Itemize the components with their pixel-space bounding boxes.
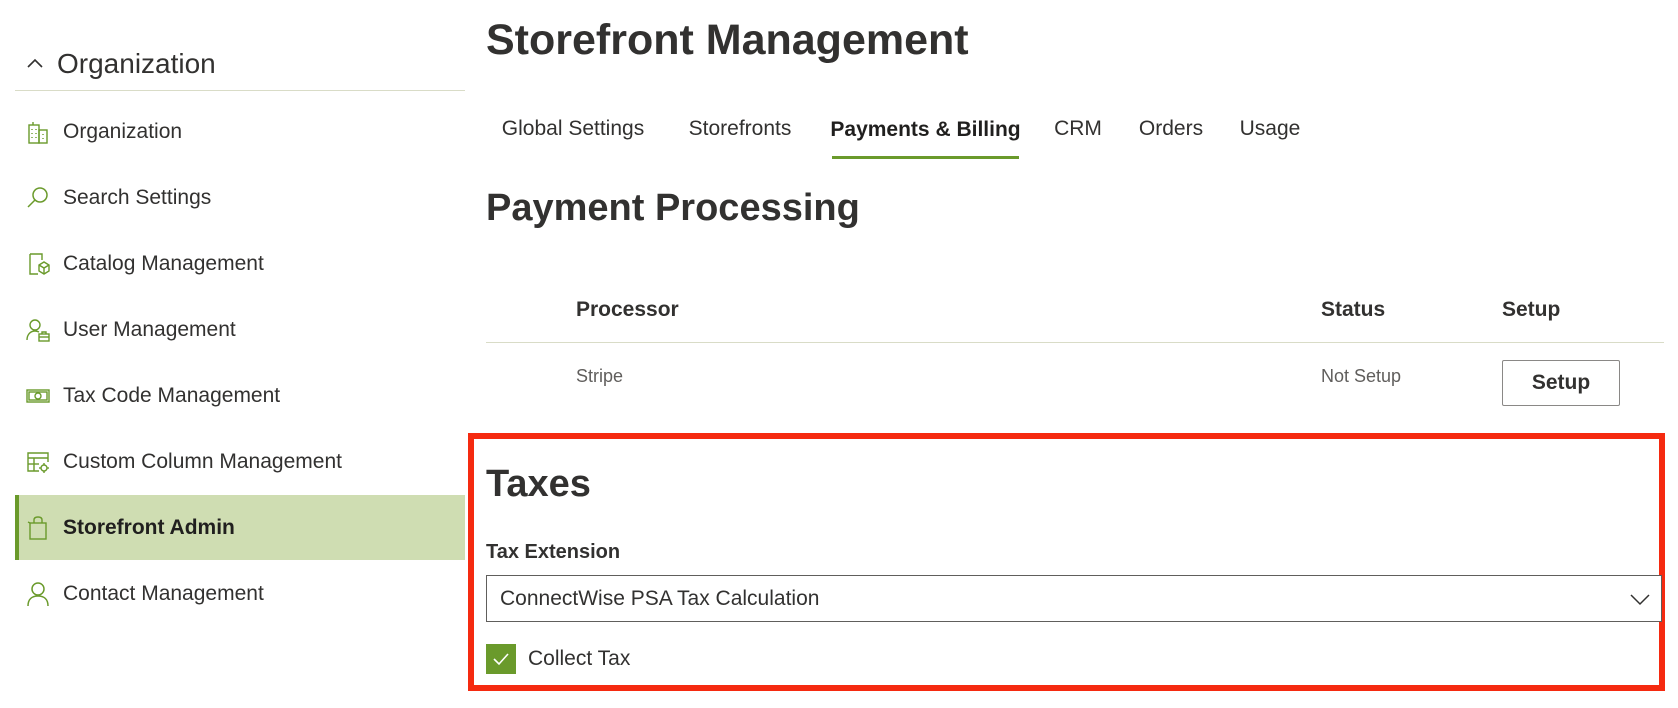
sidebar-item-organization[interactable]: Organization: [15, 100, 465, 164]
building-icon: [25, 119, 51, 145]
collect-tax-label: Collect Tax: [528, 647, 631, 670]
sidebar-item-tax-code-management[interactable]: Tax Code Management: [15, 364, 465, 428]
collect-tax-checkbox[interactable]: [486, 644, 516, 674]
tab-storefronts[interactable]: Storefronts: [680, 104, 800, 154]
payment-processing-title: Payment Processing: [486, 187, 860, 229]
column-header-status: Status: [1321, 298, 1386, 321]
checkmark-icon: [493, 653, 509, 666]
cell-processor: Stripe: [576, 366, 624, 386]
tab-orders[interactable]: Orders: [1132, 104, 1210, 154]
column-header-setup: Setup: [1502, 298, 1561, 321]
highlight-box: [468, 433, 1665, 691]
collect-tax-checkbox-row[interactable]: Collect Tax: [486, 643, 630, 675]
tab-usage[interactable]: Usage: [1234, 104, 1306, 154]
sidebar-item-label: Storefront Admin: [63, 515, 235, 539]
tab-global-settings[interactable]: Global Settings: [486, 104, 660, 154]
taxes-title: Taxes: [486, 463, 591, 505]
user-management-icon: [25, 317, 51, 343]
chevron-up-icon[interactable]: [25, 54, 45, 74]
tab-crm[interactable]: CRM: [1048, 104, 1108, 154]
sidebar-item-contact-management[interactable]: Contact Management: [15, 562, 465, 626]
sidebar-group-title: Organization: [57, 48, 216, 79]
sidebar-item-label: User Management: [63, 318, 236, 341]
column-header-processor: Processor: [576, 298, 679, 321]
sidebar-item-label: Contact Management: [63, 582, 264, 605]
chevron-down-icon: [1629, 590, 1651, 608]
money-icon: [25, 383, 51, 409]
sidebar-item-catalog-management[interactable]: Catalog Management: [15, 232, 465, 296]
tab-payments-billing[interactable]: Payments & Billing: [830, 104, 1021, 159]
tax-extension-select[interactable]: ConnectWise PSA Tax Calculation: [486, 575, 1662, 622]
sidebar-item-user-management[interactable]: User Management: [15, 298, 465, 362]
catalog-icon: [25, 251, 51, 277]
sidebar-item-label: Search Settings: [63, 186, 212, 209]
sidebar-item-search-settings[interactable]: Search Settings: [15, 166, 465, 230]
shopping-bag-icon: [25, 515, 51, 541]
sidebar-item-label: Custom Column Management: [63, 450, 342, 473]
sidebar-item-label: Catalog Management: [63, 252, 264, 275]
sidebar-item-storefront-admin[interactable]: Storefront Admin: [15, 495, 465, 560]
sidebar-group-header[interactable]: Organization: [15, 38, 465, 91]
sidebar-item-label: Organization: [63, 120, 183, 143]
contact-icon: [25, 581, 51, 607]
page-title: Storefront Management: [486, 16, 969, 64]
search-icon: [25, 185, 51, 211]
table-divider: [486, 342, 1664, 343]
cell-status: Not Setup: [1321, 366, 1402, 386]
sidebar-item-label: Tax Code Management: [63, 384, 281, 407]
tax-extension-label: Tax Extension: [486, 541, 621, 563]
table-settings-icon: [25, 449, 51, 475]
tax-extension-value: ConnectWise PSA Tax Calculation: [500, 586, 820, 610]
setup-button[interactable]: Setup: [1502, 360, 1620, 406]
sidebar-item-custom-column-management[interactable]: Custom Column Management: [15, 430, 465, 494]
